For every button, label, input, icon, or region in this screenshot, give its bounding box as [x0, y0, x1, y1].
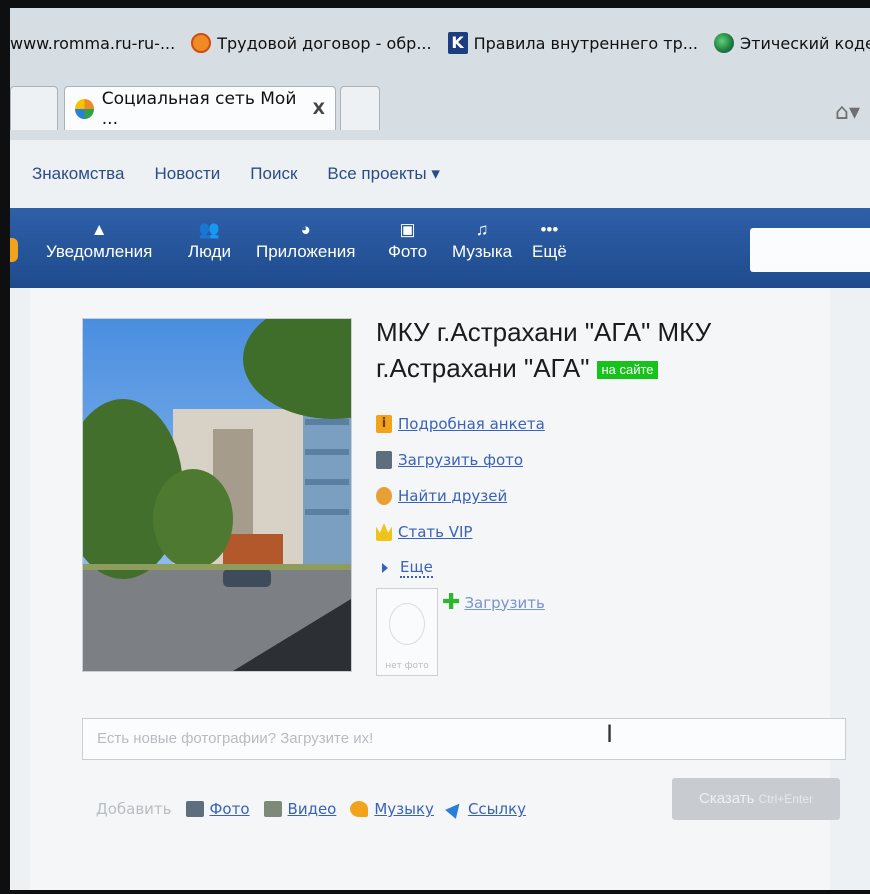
nav-news[interactable]: Новости — [154, 164, 220, 184]
site-nav: Знакомства Новости Поиск Все проекты ▾ — [10, 140, 870, 208]
tab-previous[interactable] — [10, 86, 58, 130]
text-cursor-icon: I — [606, 720, 614, 748]
attach-label[interactable]: Музыку — [374, 800, 434, 818]
bookmarks-bar: www.romma.ru-ru-... Трудовой договор - о… — [10, 8, 870, 78]
link-label[interactable]: Загрузить фото — [398, 451, 523, 469]
orange-circle-icon — [191, 33, 212, 53]
link-arrow-icon — [445, 799, 465, 819]
main-toolbar: ▲ Уведомления 👥 Люди ◕ Приложения ▣ Фото… — [10, 208, 870, 288]
music-icon: ♫ — [475, 220, 489, 239]
close-icon[interactable]: X — [313, 99, 325, 118]
triangle-right-icon — [382, 563, 388, 573]
profile-name: МКУ г.Астрахани "АГА" МКУ г.Астрахани "А… — [376, 314, 856, 386]
bookmark-label: Трудовой договор - обр... — [217, 33, 432, 53]
video-icon — [263, 801, 282, 817]
tab-bar: Социальная сеть Мой ... X ⌂▾ — [10, 78, 870, 141]
attach-label[interactable]: Ссылку — [468, 800, 526, 818]
link-label[interactable]: Подробная анкета — [398, 415, 545, 433]
bookmark-ethics-code[interactable]: Этический кодекс — [714, 33, 870, 53]
post-input[interactable]: Есть новые фотографии? Загрузите их! — [82, 718, 846, 760]
profile-links: i Подробная анкета Загрузить фото Найти … — [376, 406, 545, 586]
attach-music[interactable]: Музыку — [350, 800, 434, 818]
toolbar-label: Музыка — [452, 242, 513, 261]
photo-placeholder[interactable]: нет фото — [376, 588, 438, 676]
friends-icon — [376, 487, 392, 505]
building-photo-image — [83, 319, 351, 671]
toolbar-label: Приложения — [256, 242, 356, 261]
info-icon: i — [376, 415, 392, 433]
attach-video[interactable]: Видео — [263, 800, 337, 818]
nav-all-projects[interactable]: Все проекты ▾ — [327, 164, 439, 184]
toolbar-label: Ещё — [532, 242, 567, 261]
bell-icon: ▲ — [90, 220, 108, 239]
attach-photo[interactable]: Фото — [185, 800, 250, 818]
toolbar-label: Люди — [188, 242, 231, 261]
logo-icon[interactable] — [10, 238, 18, 262]
bookmark-romma[interactable]: www.romma.ru-ru-... — [10, 34, 175, 53]
bookmark-rules[interactable]: K Правила внутреннего тр... — [447, 32, 698, 54]
more-icon: ••• — [540, 220, 559, 239]
music-note-icon — [350, 801, 369, 817]
placeholder-caption: нет фото — [385, 661, 429, 671]
upload-label[interactable]: Загрузить — [464, 594, 544, 612]
tab-title: Социальная сеть Мой ... — [101, 88, 297, 129]
bookmark-labor-contract[interactable]: Трудовой договор - обр... — [191, 33, 432, 53]
search-input[interactable] — [750, 228, 870, 272]
link-find-friends[interactable]: Найти друзей — [376, 478, 545, 514]
status-badge: на сайте — [597, 361, 658, 380]
plus-icon: ✚ — [442, 590, 461, 615]
attach-row: Добавить Фото Видео Музыку Ссылку — [96, 799, 526, 819]
apps-icon: ◕ — [300, 220, 311, 239]
k-logo-icon: K — [447, 32, 468, 54]
new-tab-button[interactable] — [340, 86, 380, 130]
tab-active[interactable]: Социальная сеть Мой ... X — [64, 86, 336, 130]
home-icon[interactable]: ⌂▾ — [835, 100, 860, 125]
bookmark-label: www.romma.ru-ru-... — [10, 33, 176, 53]
screen: www.romma.ru-ru-... Трудовой договор - о… — [10, 8, 870, 890]
nav-search[interactable]: Поиск — [250, 164, 297, 184]
add-label: Добавить — [96, 800, 172, 818]
toolbar-label: Фото — [388, 242, 428, 261]
link-label[interactable]: Стать VIP — [398, 523, 472, 541]
attach-link[interactable]: Ссылку — [445, 799, 526, 819]
upload-link[interactable]: ✚ Загрузить — [442, 590, 545, 615]
crown-icon — [376, 523, 392, 541]
profile-photo[interactable] — [82, 318, 352, 672]
toolbar-label: Уведомления — [46, 242, 153, 261]
link-details[interactable]: i Подробная анкета — [376, 406, 545, 442]
nav-dating[interactable]: Знакомства — [32, 164, 124, 184]
say-button[interactable]: Сказать Ctrl+Enter — [672, 778, 840, 820]
link-label[interactable]: Еще — [400, 558, 433, 578]
shortcut-hint: Ctrl+Enter — [758, 792, 813, 806]
photo-icon: ▣ — [399, 220, 416, 239]
link-upload-photo[interactable]: Загрузить фото — [376, 442, 545, 478]
link-more[interactable]: Еще — [376, 550, 545, 586]
bookmark-label: Этический кодекс — [740, 33, 870, 53]
toolbar-apps[interactable]: ◕ Приложения — [256, 220, 355, 262]
people-icon: 👥 — [198, 220, 221, 239]
profile-content: МКУ г.Астрахани "АГА" МКУ г.Астрахани "А… — [10, 288, 870, 890]
say-label: Сказать — [698, 790, 755, 807]
attach-label[interactable]: Фото — [210, 800, 250, 818]
link-vip[interactable]: Стать VIP — [376, 514, 545, 550]
camera-icon — [376, 451, 392, 469]
bookmark-label: Правила внутреннего тр... — [473, 33, 698, 53]
attach-label[interactable]: Видео — [288, 800, 337, 818]
camera-icon — [185, 801, 204, 817]
link-label[interactable]: Найти друзей — [398, 487, 507, 505]
site-favicon-icon — [75, 98, 94, 119]
toolbar-more[interactable]: ••• Ещё — [532, 220, 567, 262]
profile-name-text: МКУ г.Астрахани "АГА" МКУ г.Астрахани "А… — [376, 317, 712, 383]
avatar-placeholder-icon — [389, 603, 425, 645]
toolbar-notifications[interactable]: ▲ Уведомления — [46, 220, 152, 262]
globe-icon — [714, 33, 734, 53]
toolbar-music[interactable]: ♫ Музыка — [452, 220, 512, 262]
toolbar-photo[interactable]: ▣ Фото — [388, 220, 427, 262]
profile-panel: МКУ г.Астрахани "АГА" МКУ г.Астрахани "А… — [30, 288, 846, 890]
toolbar-people[interactable]: 👥 Люди — [188, 220, 231, 262]
